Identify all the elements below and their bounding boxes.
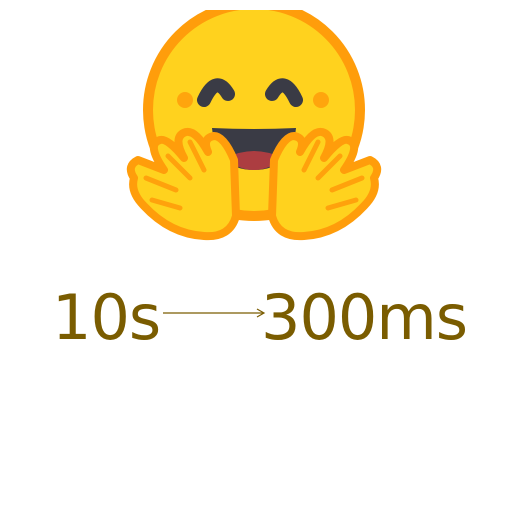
- left-hand: [126, 127, 240, 241]
- right-arrow-icon: [163, 306, 267, 320]
- time-before-label: 10s: [52, 281, 161, 354]
- time-after-label: 300ms: [261, 281, 468, 354]
- right-hand: [268, 127, 382, 241]
- right-cheek: [313, 92, 329, 108]
- hugging-face-logo: [124, 10, 384, 250]
- hugging-face-emoji-icon: [126, 10, 382, 241]
- speed-comparison: 10s 300ms: [0, 278, 512, 358]
- left-cheek: [177, 92, 193, 108]
